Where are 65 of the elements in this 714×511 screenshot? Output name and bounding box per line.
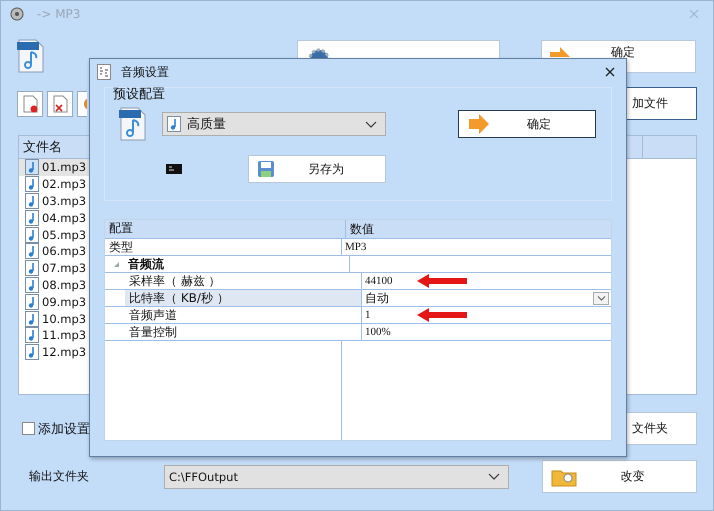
save-as-button[interactable]: 另存为	[248, 155, 386, 183]
column-header: 数值	[349, 220, 375, 238]
delete-file-icon	[47, 90, 73, 116]
caret-icon	[596, 296, 606, 300]
arrow-icon	[550, 46, 570, 56]
mp3-file-icon	[16, 39, 46, 73]
music-file-icon	[25, 276, 39, 293]
mp3-file-icon	[118, 107, 148, 141]
caret-icon	[488, 473, 500, 480]
file-item[interactable]: 12.mp3	[19, 344, 89, 361]
change-button[interactable]: 改变	[542, 460, 697, 493]
file-item[interactable]: 07.mp3	[19, 260, 89, 277]
category-name: 音频流	[128, 256, 164, 272]
remove-file-icon	[17, 90, 43, 116]
checkbox-label: 添加设置	[38, 420, 90, 438]
document-icon	[97, 64, 111, 80]
property-value: 自动	[364, 290, 390, 306]
terminal-icon	[166, 164, 182, 174]
music-file-icon	[25, 192, 39, 209]
preset-dropdown[interactable]: 高质量	[162, 112, 386, 136]
caret-icon	[365, 120, 377, 128]
music-file-icon	[167, 116, 181, 132]
arrow-icon	[467, 112, 491, 136]
group-label: 预设配置	[113, 86, 166, 103]
file-item[interactable]: 02.mp3	[19, 176, 89, 193]
file-item[interactable]: 10.mp3	[19, 310, 89, 327]
output-folder-label: 输出文件夹	[28, 468, 90, 485]
close-icon	[689, 9, 699, 19]
property-value: MP3	[344, 241, 368, 253]
music-file-icon	[25, 176, 39, 192]
music-file-icon	[25, 327, 39, 344]
file-item[interactable]: 09.mp3	[19, 293, 89, 310]
file-item[interactable]: 01.mp3	[19, 159, 89, 176]
music-file-icon	[25, 210, 39, 226]
music-file-icon	[25, 243, 39, 260]
music-file-icon	[25, 226, 39, 243]
column-header: 配置	[105, 220, 346, 238]
file-item[interactable]: 08.mp3	[19, 276, 89, 294]
output-folder-dropdown[interactable]: C:\FFOutput	[164, 464, 509, 488]
dropdown-button[interactable]	[593, 292, 609, 304]
music-file-icon	[25, 294, 39, 310]
property-name[interactable]: 采样率（ 赫兹 ）	[125, 273, 361, 289]
music-file-icon	[25, 310, 39, 327]
property-name[interactable]: 类型	[105, 239, 341, 255]
file-item[interactable]: 03.mp3	[19, 192, 89, 210]
music-file-icon	[25, 260, 39, 276]
gear-icon	[308, 46, 330, 58]
app-icon	[9, 6, 25, 22]
property-name[interactable]: 比特率（ KB/秒 ）	[125, 290, 361, 306]
file-item[interactable]: 06.mp3	[19, 242, 89, 260]
property-value: 44100	[364, 275, 394, 287]
dialog-title: 音频设置	[121, 64, 169, 80]
file-item[interactable]: 05.mp3	[19, 226, 89, 243]
property-value: 1	[364, 309, 372, 321]
ok-button[interactable]: 确定	[458, 110, 596, 138]
save-icon	[257, 160, 275, 178]
file-item[interactable]: 11.mp3	[19, 326, 89, 344]
window-title: -> MP3	[37, 7, 80, 21]
property-value: 100%	[364, 326, 392, 338]
file-item[interactable]: 04.mp3	[19, 209, 89, 226]
property-name[interactable]: 音频声道	[125, 307, 361, 323]
checkbox[interactable]	[22, 422, 35, 435]
music-file-icon	[25, 344, 39, 360]
property-name[interactable]: 音量控制	[125, 324, 361, 340]
close-icon	[605, 67, 615, 77]
